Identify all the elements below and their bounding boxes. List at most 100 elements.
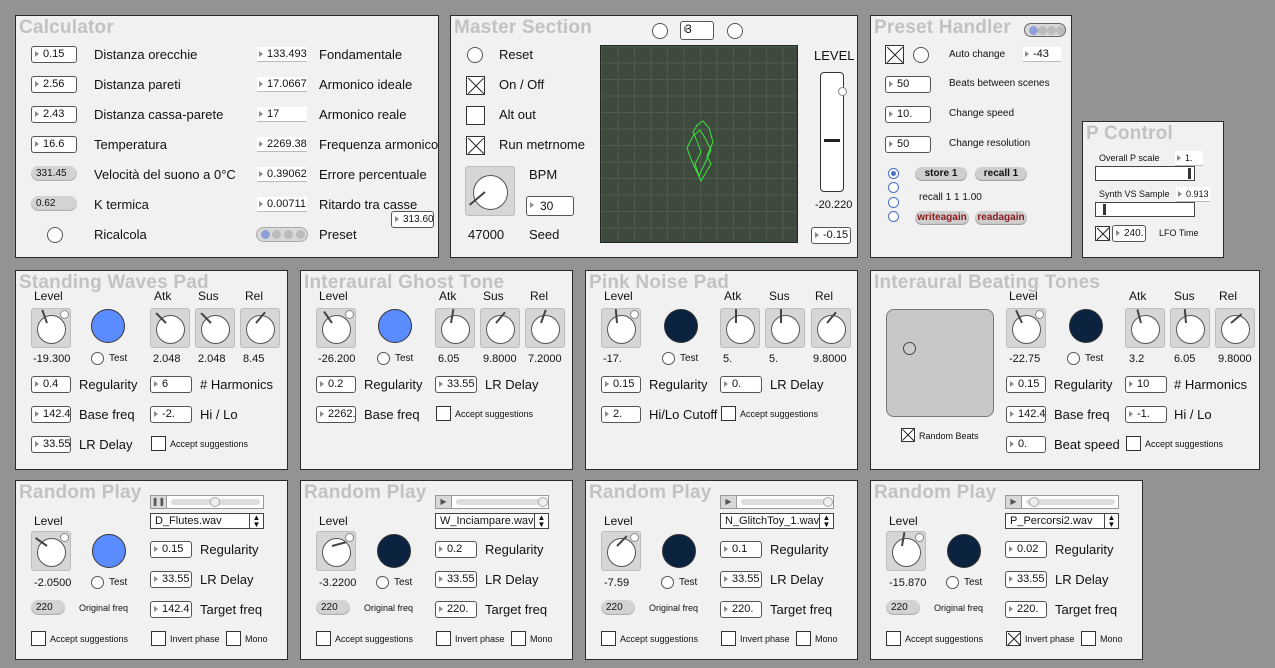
readagain-button[interactable]: readagain xyxy=(975,211,1027,225)
playbar-position-knob[interactable] xyxy=(822,497,833,507)
playbar-position-knob[interactable] xyxy=(210,497,221,507)
file-dropdown[interactable]: P_Percorsi2.wav ▲ ▼ xyxy=(1005,513,1119,529)
playbar[interactable]: ▶ xyxy=(435,495,549,509)
reset-button[interactable] xyxy=(467,47,483,63)
number-box[interactable]: 0.02 xyxy=(1005,541,1047,558)
bpm-number[interactable]: 30 xyxy=(526,196,574,216)
number-box[interactable]: 0.4 xyxy=(31,376,71,393)
test-button[interactable] xyxy=(376,576,389,589)
next-scene-button[interactable] xyxy=(727,23,743,39)
playbar[interactable]: ▶ xyxy=(1005,495,1119,509)
release-dial[interactable] xyxy=(1215,308,1255,348)
number-box[interactable]: 17 xyxy=(257,107,307,122)
playbar[interactable]: ❚❚ xyxy=(150,495,264,509)
lfo-toggle[interactable] xyxy=(1095,226,1110,241)
attack-dial[interactable] xyxy=(1125,308,1165,348)
file-dropdown[interactable]: N_GlitchToy_1.wav ▲ ▼ xyxy=(720,513,834,529)
sustain-dial[interactable] xyxy=(765,308,805,348)
number-box[interactable]: 220. xyxy=(1005,601,1047,618)
number-box[interactable]: 0.15 xyxy=(31,46,77,63)
level-slider[interactable] xyxy=(820,72,847,192)
sustain-dial[interactable] xyxy=(1170,308,1210,348)
accept-suggestions-checkbox[interactable] xyxy=(721,406,736,421)
onoff-toggle[interactable] xyxy=(466,76,485,95)
metronome-toggle[interactable] xyxy=(466,136,485,155)
preset-selector[interactable] xyxy=(256,227,308,242)
playbar-position-knob[interactable] xyxy=(537,497,548,507)
number-box[interactable]: 0.1 xyxy=(720,541,762,558)
number-box[interactable]: 1. xyxy=(1175,151,1203,166)
number-box[interactable]: 2. xyxy=(601,406,641,423)
release-dial[interactable] xyxy=(811,308,851,348)
number-box[interactable]: 33.55 xyxy=(720,571,762,588)
pause-icon[interactable]: ❚❚ xyxy=(151,496,167,508)
number-box[interactable]: -43 xyxy=(1023,47,1061,62)
play-icon[interactable]: ▶ xyxy=(436,496,452,508)
accept-suggestions-checkbox[interactable] xyxy=(1126,436,1141,451)
file-dropdown[interactable]: D_Flutes.wav ▲ ▼ xyxy=(150,513,264,529)
sustain-dial[interactable] xyxy=(195,308,235,348)
level-dial[interactable] xyxy=(601,531,641,571)
accept-suggestions-checkbox[interactable] xyxy=(436,406,451,421)
mono-checkbox[interactable] xyxy=(226,631,241,646)
number-box[interactable]: 0. xyxy=(1006,436,1046,453)
number-box[interactable]: 0.913 xyxy=(1176,187,1210,202)
test-button[interactable] xyxy=(91,576,104,589)
number-box[interactable]: 10. xyxy=(885,106,931,123)
mono-checkbox[interactable] xyxy=(796,631,811,646)
number-box[interactable]: 2269.38 xyxy=(257,137,307,152)
preset-radio[interactable] xyxy=(888,197,899,208)
number-box[interactable]: -1. xyxy=(1125,406,1167,423)
level-dial[interactable] xyxy=(316,531,356,571)
preset-dots[interactable] xyxy=(1024,23,1066,37)
test-button[interactable] xyxy=(662,352,675,365)
release-dial[interactable] xyxy=(525,308,565,348)
number-box[interactable]: 220. xyxy=(435,601,477,618)
number-box[interactable]: 33.55 xyxy=(1005,571,1047,588)
number-box[interactable]: 33.55 xyxy=(435,571,477,588)
overall-scale-slider[interactable] xyxy=(1095,166,1195,181)
number-box[interactable]: 133.493 xyxy=(257,47,307,62)
synth-sample-slider[interactable] xyxy=(1095,202,1195,217)
attack-dial[interactable] xyxy=(720,308,760,348)
number-box[interactable]: 50 xyxy=(885,136,931,153)
number-box[interactable]: 0.15 xyxy=(1006,376,1046,393)
number-box[interactable]: 0. xyxy=(720,376,762,393)
lfo-number[interactable]: 240. xyxy=(1112,225,1146,242)
attack-dial[interactable] xyxy=(435,308,475,348)
playbar[interactable]: ▶ xyxy=(720,495,834,509)
number-box[interactable]: 16.6 xyxy=(31,136,77,153)
number-box[interactable]: 33.55 xyxy=(150,571,192,588)
invert-phase-checkbox[interactable] xyxy=(1006,631,1021,646)
accept-suggestions-checkbox[interactable] xyxy=(31,631,46,646)
number-box[interactable]: 2.43 xyxy=(31,106,77,123)
accept-suggestions-checkbox[interactable] xyxy=(316,631,331,646)
number-box[interactable]: 6 xyxy=(150,376,192,393)
sustain-dial[interactable] xyxy=(480,308,520,348)
store-button[interactable]: store 1 xyxy=(915,167,967,181)
invert-phase-checkbox[interactable] xyxy=(151,631,166,646)
test-button[interactable] xyxy=(946,576,959,589)
level-dial[interactable] xyxy=(31,531,71,571)
number-box[interactable]: 33.55 xyxy=(435,376,477,393)
xy-pad-knob[interactable] xyxy=(903,342,916,355)
play-icon[interactable]: ▶ xyxy=(721,496,737,508)
level-dial[interactable] xyxy=(316,308,356,348)
number-box[interactable]: 10 xyxy=(1125,376,1167,393)
number-box[interactable]: 142.4 xyxy=(31,406,71,423)
number-box[interactable]: 220. xyxy=(720,601,762,618)
number-box[interactable]: -2. xyxy=(150,406,192,423)
test-button[interactable] xyxy=(377,352,390,365)
xy-pad[interactable] xyxy=(886,309,994,417)
mono-checkbox[interactable] xyxy=(511,631,526,646)
number-box[interactable]: 142.4 xyxy=(150,601,192,618)
number-box[interactable]: 2262. xyxy=(316,406,356,423)
number-box[interactable]: 313.60 xyxy=(391,211,434,228)
number-box[interactable]: 0.2 xyxy=(435,541,477,558)
recall-button[interactable]: recall 1 xyxy=(975,167,1027,181)
number-box[interactable]: 50 xyxy=(885,76,931,93)
scene-number[interactable]: 3 xyxy=(680,21,714,40)
attack-dial[interactable] xyxy=(150,308,190,348)
invert-phase-checkbox[interactable] xyxy=(721,631,736,646)
altout-toggle[interactable] xyxy=(466,106,485,125)
